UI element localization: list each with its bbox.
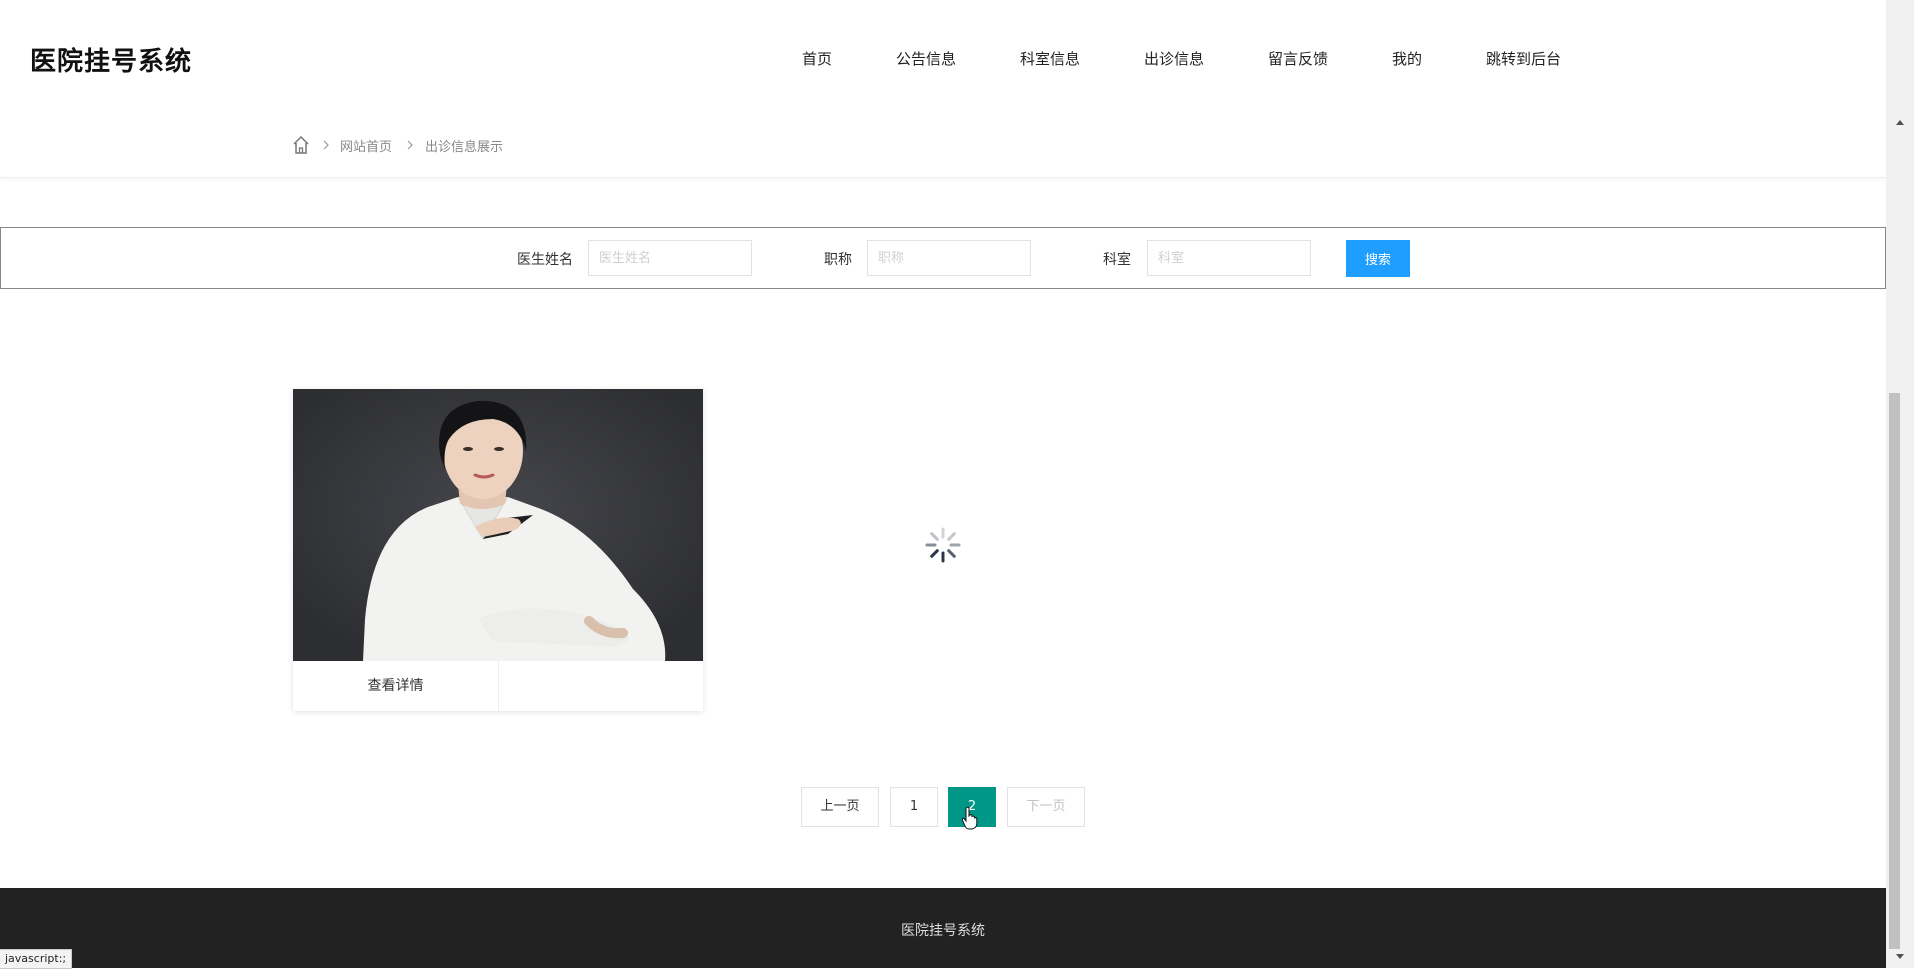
next-page-button[interactable]: 下一页 xyxy=(1007,787,1085,827)
nav-item-announcements[interactable]: 公告信息 xyxy=(896,48,956,69)
nav-item-feedback[interactable]: 留言反馈 xyxy=(1268,48,1328,69)
doctor-photo[interactable] xyxy=(293,389,703,661)
home-icon[interactable] xyxy=(292,135,310,155)
status-bar-url: javascript:; xyxy=(0,949,73,969)
nav-item-mine[interactable]: 我的 xyxy=(1392,48,1422,69)
prev-page-button[interactable]: 上一页 xyxy=(801,787,879,827)
doctor-name-label: 医生姓名 xyxy=(517,252,573,268)
breadcrumb: 网站首页 出诊信息展示 xyxy=(0,115,1886,178)
hand-cursor-icon xyxy=(961,806,978,830)
scroll-down-arrow-icon[interactable] xyxy=(1886,948,1914,966)
search-button[interactable]: 搜索 xyxy=(1346,240,1410,277)
title-input[interactable] xyxy=(867,240,1031,276)
view-details-button[interactable]: 查看详情 xyxy=(293,661,499,711)
page: 医院挂号系统 首页 公告信息 科室信息 出诊信息 留言反馈 我的 跳转到后台 网… xyxy=(0,0,1886,968)
page-button-1[interactable]: 1 xyxy=(890,787,938,827)
department-input[interactable] xyxy=(1147,240,1311,276)
header: 医院挂号系统 首页 公告信息 科室信息 出诊信息 留言反馈 我的 跳转到后台 xyxy=(0,0,1886,115)
scroll-up-arrow-icon[interactable] xyxy=(1886,113,1914,131)
chevron-right-icon xyxy=(323,140,329,150)
nav-item-admin[interactable]: 跳转到后台 xyxy=(1486,48,1561,69)
doctor-card: 查看详情 xyxy=(293,389,703,711)
chevron-right-icon xyxy=(407,140,413,150)
nav-item-departments[interactable]: 科室信息 xyxy=(1020,48,1080,69)
doctor-name-input[interactable] xyxy=(588,240,752,276)
title-label: 职称 xyxy=(824,252,852,268)
breadcrumb-home-link[interactable]: 网站首页 xyxy=(340,136,392,155)
nav-item-schedules[interactable]: 出诊信息 xyxy=(1144,48,1204,69)
breadcrumb-current: 出诊信息展示 xyxy=(425,140,504,155)
loading-spinner-icon xyxy=(925,527,961,563)
card-footer: 查看详情 xyxy=(293,661,703,711)
doctor-portrait-image xyxy=(293,389,703,661)
main-nav: 首页 公告信息 科室信息 出诊信息 留言反馈 我的 跳转到后台 xyxy=(0,48,1886,68)
footer: 医院挂号系统 xyxy=(0,888,1886,968)
footer-text: 医院挂号系统 xyxy=(901,923,985,939)
scrollbar-thumb[interactable] xyxy=(1889,393,1900,949)
department-label: 科室 xyxy=(1103,252,1131,268)
search-bar: 医生姓名 职称 科室 搜索 xyxy=(0,227,1886,289)
nav-item-home[interactable]: 首页 xyxy=(802,48,832,69)
